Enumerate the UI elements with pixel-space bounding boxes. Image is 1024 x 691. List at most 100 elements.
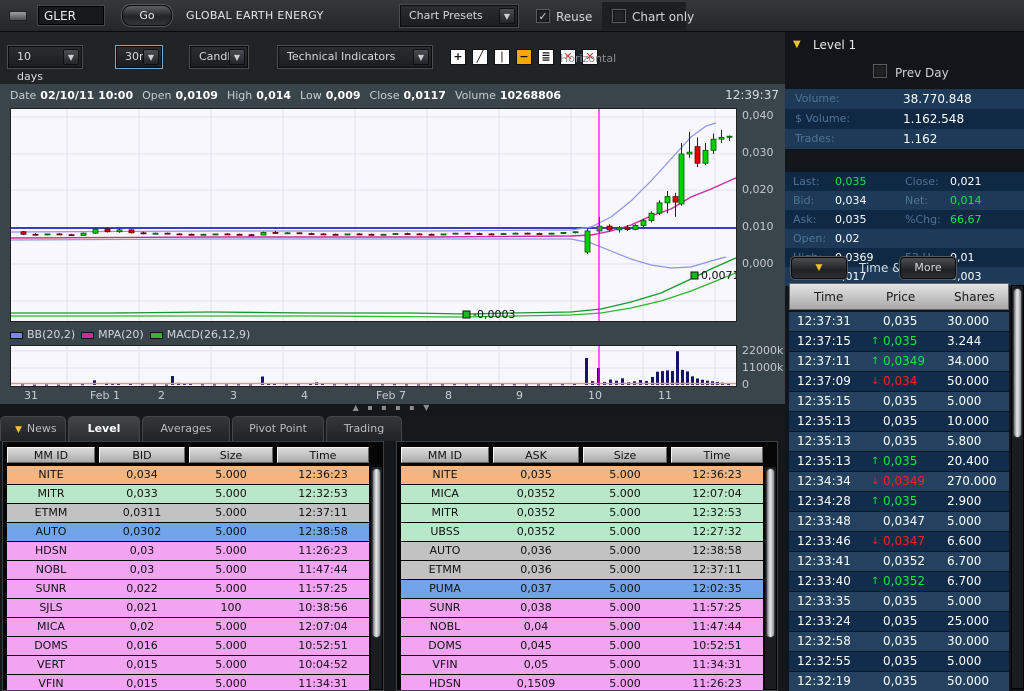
level2-header-time[interactable]: Time (671, 447, 763, 463)
level2-row[interactable]: AUTO0,0365.00012:38:58 (401, 542, 763, 560)
tab-level-2[interactable]: Level 2 (68, 416, 140, 441)
pager-down-icon[interactable]: ▼ (423, 403, 432, 412)
level2-scrollbar[interactable] (370, 466, 383, 690)
tab-dropdown-icon[interactable]: ▼ (15, 425, 22, 435)
chevron-down-icon[interactable]: ▼ (63, 49, 79, 65)
vertical-line-icon[interactable]: ❘ (494, 49, 510, 65)
time-sales-row[interactable]: 12:33:40↑0,03526.700 (789, 572, 1009, 591)
view-dropdown-button[interactable]: ▼ (791, 257, 847, 279)
time-sales-row[interactable]: 12:37:11↑0,034934.000 (789, 352, 1009, 371)
level2-row[interactable]: NITE0,0355.00012:36:23 (401, 466, 763, 484)
scrollbar-thumb[interactable] (766, 468, 775, 638)
level2-row[interactable]: MITR0,03525.00012:32:53 (401, 504, 763, 522)
level2-row[interactable]: MICA0,025.00012:07:04 (7, 618, 369, 636)
time-sales-row[interactable]: 12:35:150,0355.000 (789, 392, 1009, 411)
stat-value: 1.162 (903, 129, 937, 149)
more-button[interactable]: More (900, 257, 956, 279)
volume-tick: 11000k (742, 361, 783, 374)
volume-chart[interactable] (10, 345, 737, 387)
scrollbar-thumb[interactable] (1013, 288, 1022, 438)
col-shares[interactable]: Shares (954, 290, 995, 304)
time-sales-row[interactable]: 12:33:480,03475.000 (789, 512, 1009, 531)
trendline-icon[interactable]: ╱ (472, 49, 488, 65)
level2-header-size[interactable]: Size (189, 447, 273, 463)
horizontal-line-icon[interactable]: − (516, 49, 532, 65)
level2-row[interactable]: VFIN0,055.00011:34:31 (401, 656, 763, 674)
level2-scrollbar[interactable] (764, 466, 777, 690)
time-sales-row[interactable]: 12:32:550,0355.000 (789, 652, 1009, 671)
time-sales-row[interactable]: 12:33:350,0355.000 (789, 592, 1009, 611)
time-sales-row[interactable]: 12:32:580,03530.000 (789, 632, 1009, 651)
collapse-icon[interactable]: ▼ (793, 39, 801, 50)
level2-header-mmid[interactable]: MM ID (7, 447, 95, 463)
chart-only-checkbox[interactable] (612, 9, 626, 23)
ticker-input[interactable] (38, 6, 104, 25)
chevron-down-icon[interactable]: ▼ (499, 8, 515, 24)
chevron-down-icon[interactable]: ▼ (229, 49, 245, 65)
level2-row[interactable]: VFIN0,0155.00011:34:31 (7, 675, 369, 691)
interval-dropdown[interactable]: 30m ▼ (116, 46, 162, 68)
level2-header-size[interactable]: Size (583, 447, 667, 463)
level2-header-bid[interactable]: BID (99, 447, 185, 463)
price-chart[interactable]: -0,00030,0071 (10, 108, 737, 322)
time-sales-scrollbar[interactable] (1011, 285, 1024, 689)
price-cell: 0,03 (99, 542, 185, 560)
add-icon[interactable]: + (450, 49, 466, 65)
level2-row[interactable]: SJLS0,02110010:38:56 (7, 599, 369, 617)
level2-row[interactable]: DOMS0,0165.00010:52:51 (7, 637, 369, 655)
pager-up-icon[interactable]: ▲ (353, 403, 362, 412)
time-sales-row[interactable]: 12:35:130,0355.800 (789, 432, 1009, 451)
level2-row[interactable]: ETMM0,03115.00012:37:11 (7, 504, 369, 522)
col-price[interactable]: Price (886, 290, 915, 304)
tab-trading[interactable]: Trading (326, 416, 402, 441)
level2-header-mmid[interactable]: MM ID (401, 447, 489, 463)
level2-row[interactable]: SUNR0,0225.00011:57:25 (7, 580, 369, 598)
time-sales-row[interactable]: 12:33:46↓0,03476.600 (789, 532, 1009, 551)
time-sales-row[interactable]: 12:37:15↑0,0353.244 (789, 332, 1009, 351)
prev-day-checkbox[interactable] (873, 64, 887, 78)
tab-pivot-point[interactable]: Pivot Point (232, 416, 324, 441)
go-button[interactable]: Go (122, 5, 172, 26)
level2-row[interactable]: HDSN0,035.00011:26:23 (7, 542, 369, 560)
mm-id-cell: NOBL (401, 618, 489, 636)
level2-row[interactable]: NOBL0,035.00011:47:44 (7, 561, 369, 579)
time-sales-row[interactable]: 12:32:190,03550.000 (789, 672, 1009, 691)
level2-row[interactable]: MICA0,03525.00012:07:04 (401, 485, 763, 503)
level2-header-ask[interactable]: ASK (493, 447, 579, 463)
lines-list-icon[interactable]: ≣ (538, 49, 554, 65)
window-menu-icon[interactable] (9, 11, 27, 21)
up-arrow-icon: ↑ (871, 332, 879, 351)
level2-row[interactable]: NITE0,0345.00012:36:23 (7, 466, 369, 484)
tab-news[interactable]: ▼News (0, 416, 66, 441)
time-sales-row[interactable]: 12:33:240,03525.000 (789, 612, 1009, 631)
level2-row[interactable]: PUMA0,0375.00012:02:35 (401, 580, 763, 598)
level2-row[interactable]: ETMM0,0365.00012:37:11 (401, 561, 763, 579)
level2-row[interactable]: HDSN0,15095.00011:26:23 (401, 675, 763, 691)
time-sales-row[interactable]: 12:37:09↓0,03450.000 (789, 372, 1009, 391)
time-sales-row[interactable]: 12:35:130,03510.000 (789, 412, 1009, 431)
chevron-down-icon[interactable]: ▼ (413, 49, 429, 65)
range-dropdown[interactable]: 10 days ▼ (8, 46, 82, 68)
level2-row[interactable]: MITR0,0335.00012:32:53 (7, 485, 369, 503)
time-sales-row[interactable]: 12:33:410,03526.700 (789, 552, 1009, 571)
technical-indicators-dropdown[interactable]: Technical Indicators ▼ (278, 46, 432, 68)
level2-row[interactable]: VERT0,0155.00010:04:52 (7, 656, 369, 674)
reuse-checkbox[interactable]: ✓ (536, 9, 550, 23)
scrollbar-thumb[interactable] (372, 468, 381, 638)
time-sales-row[interactable]: 12:34:34↓0,0349270.000 (789, 472, 1009, 491)
chart-pager[interactable]: ▲ ▪ ▪ ▪ ▪ ▼ (0, 403, 785, 415)
level2-row[interactable]: NOBL0,045.00011:47:44 (401, 618, 763, 636)
level2-row[interactable]: DOMS0,0455.00010:52:51 (401, 637, 763, 655)
level2-row[interactable]: AUTO0,03025.00012:38:58 (7, 523, 369, 541)
time-sales-row[interactable]: 12:37:310,03530.000 (789, 312, 1009, 331)
chart-presets-dropdown[interactable]: Chart Presets ▼ (400, 5, 518, 27)
chart-type-dropdown[interactable]: Candle ▼ (190, 46, 248, 68)
chevron-down-icon[interactable]: ▼ (143, 49, 159, 65)
col-time[interactable]: Time (814, 290, 843, 304)
time-sales-row[interactable]: 12:35:13↑0,03520.400 (789, 452, 1009, 471)
level2-row[interactable]: SUNR0,0385.00011:57:25 (401, 599, 763, 617)
level2-header-time[interactable]: Time (277, 447, 369, 463)
tab-averages[interactable]: Averages (142, 416, 230, 441)
time-sales-row[interactable]: 12:34:28↑0,0352.900 (789, 492, 1009, 511)
level2-row[interactable]: UBSS0,03525.00012:27:32 (401, 523, 763, 541)
